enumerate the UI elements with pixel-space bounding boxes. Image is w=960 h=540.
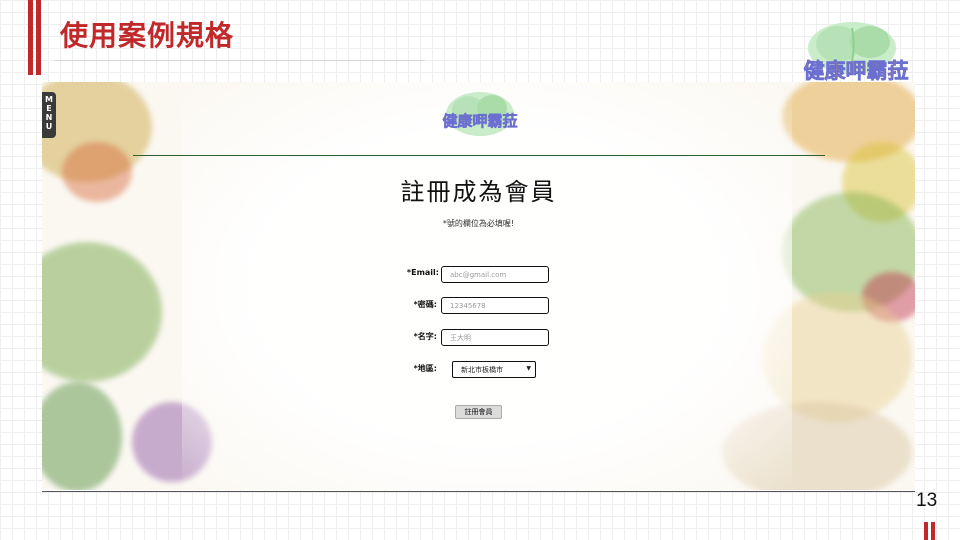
region-select[interactable]: 新北市板橋市 ▼ — [452, 361, 536, 378]
email-label: *Email: — [406, 268, 439, 277]
header-divider — [133, 155, 825, 156]
bg-vegetable — [42, 382, 122, 490]
region-label: *地區: — [413, 364, 437, 373]
name-label: *名字: — [413, 332, 437, 341]
center-fade — [182, 82, 792, 490]
page-heading: 註冊成為會員 — [400, 178, 557, 206]
app-logo-text: 健康呷霸菈 — [442, 112, 517, 130]
chevron-down-icon: ▼ — [526, 365, 531, 372]
accent-bar-left-1 — [28, 0, 33, 75]
slide-logo: 健康呷霸菈 — [803, 22, 909, 83]
accent-bar-bottom-2 — [931, 522, 935, 540]
password-field[interactable] — [441, 297, 549, 314]
bottom-divider — [42, 491, 915, 492]
accent-bar-bottom-1 — [924, 522, 928, 540]
required-note: *號的欄位為必填喔! — [442, 219, 515, 228]
page-number: 13 — [916, 490, 938, 511]
password-label: *密碼: — [413, 300, 437, 309]
title-underline — [55, 60, 425, 61]
slide-title: 使用案例規格 — [60, 19, 235, 52]
register-button[interactable]: 註冊會員 — [455, 405, 502, 419]
email-field[interactable] — [441, 266, 549, 283]
region-select-value: 新北市板橋市 — [461, 366, 503, 374]
menu-tab[interactable]: MENU — [42, 92, 56, 138]
slide-logo-text: 健康呷霸菈 — [804, 59, 909, 83]
name-field[interactable] — [441, 329, 549, 346]
menu-tab-label: MENU — [45, 95, 53, 131]
accent-bar-left-2 — [36, 0, 41, 75]
app-screenshot: MENU 健康呷霸菈 註冊成為會員 *號的欄位為必填喔! *Email: *密碼… — [42, 82, 915, 490]
app-logo[interactable]: 健康呷霸菈 — [430, 88, 530, 142]
bg-vegetable — [42, 242, 162, 382]
